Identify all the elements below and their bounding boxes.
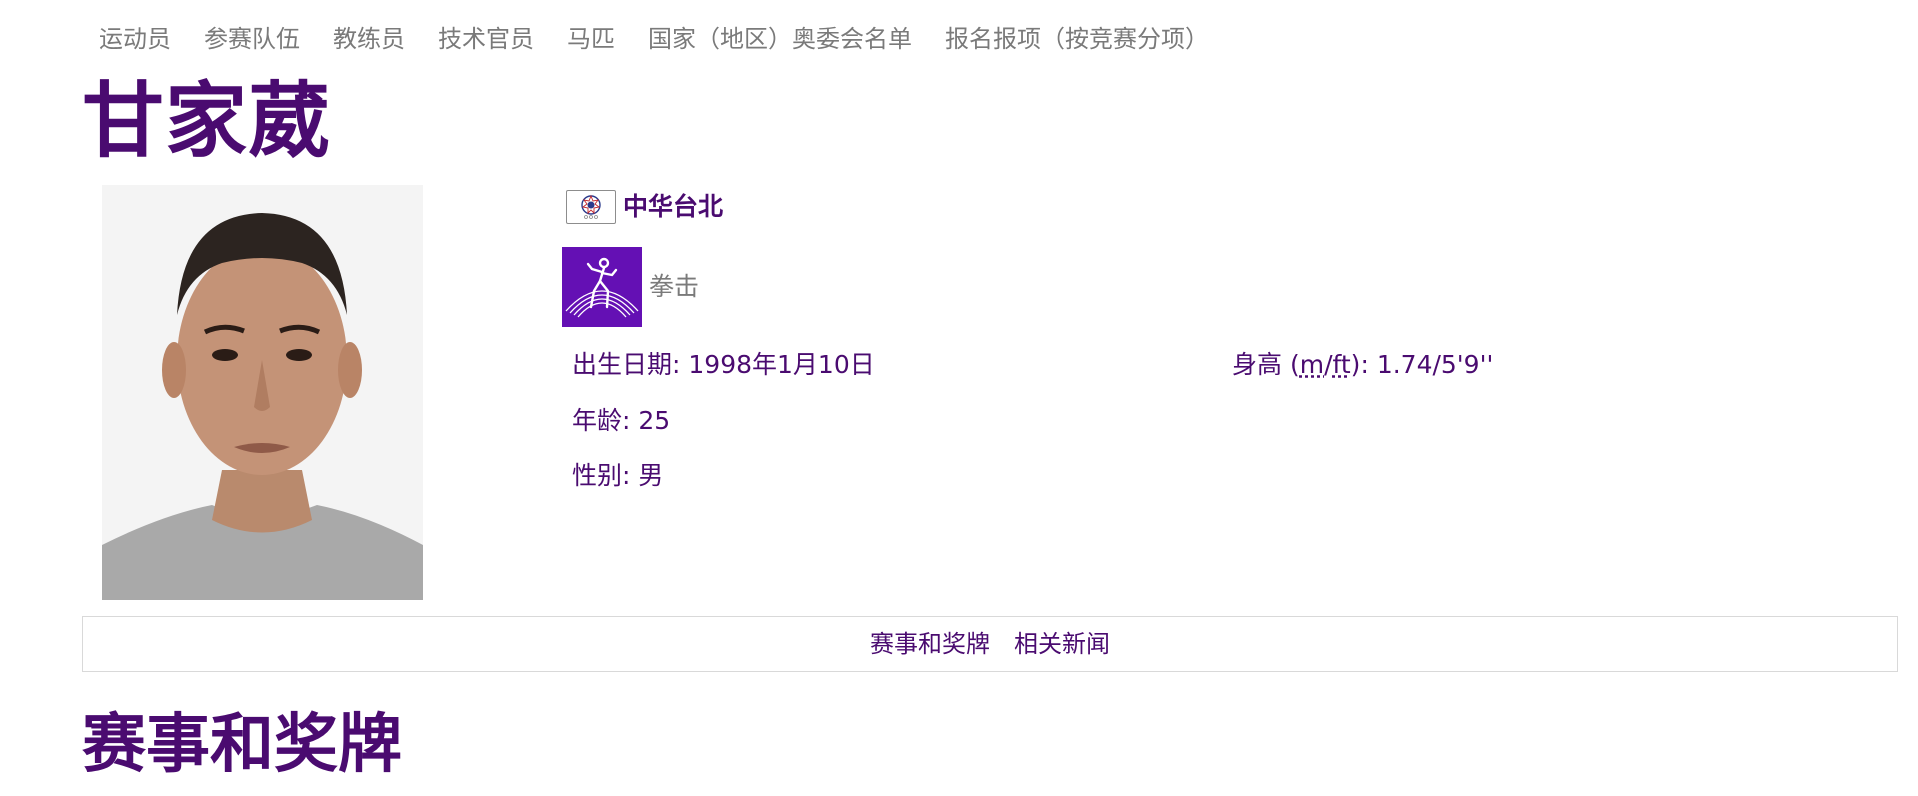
athlete-portrait-image (102, 185, 423, 600)
gender: 性别: 男 (572, 459, 663, 493)
athlete-photo (102, 185, 423, 600)
birth-date-label: 出生日期 (572, 350, 673, 379)
gender-label: 性别 (572, 461, 623, 490)
tab-events-and-medals[interactable]: 赛事和奖牌 (870, 617, 990, 671)
top-navigation: 运动员 参赛队伍 教练员 技术官员 马匹 国家（地区）奥委会名单 报名报项（按竞… (99, 20, 1242, 58)
tab-related-news[interactable]: 相关新闻 (1014, 617, 1110, 671)
height-unit-ft: ft (1332, 350, 1351, 379)
section-tabs: 赛事和奖牌 相关新闻 (82, 616, 1898, 672)
birth-date: 出生日期: 1998年1月10日 (572, 348, 875, 382)
nav-entries-by-discipline[interactable]: 报名报项（按竞赛分项） (945, 20, 1209, 58)
nav-noc-list[interactable]: 国家（地区）奥委会名单 (648, 20, 912, 58)
noc-row: 中华台北 (566, 190, 723, 224)
separator: : (1360, 350, 1377, 379)
height-unit-slash: / (1324, 350, 1333, 379)
sport-row: 拳击 (562, 247, 699, 327)
age: 年龄: 25 (572, 404, 670, 438)
height-label-suffix: ) (1350, 350, 1361, 379)
noc-name-link[interactable]: 中华台北 (623, 190, 723, 224)
height-label-prefix: 身高 ( (1232, 350, 1300, 379)
sport-name-link[interactable]: 拳击 (649, 247, 699, 327)
gender-value: 男 (638, 461, 664, 490)
section-title: 赛事和奖牌 (82, 708, 402, 782)
boxing-pictogram-icon[interactable] (562, 247, 642, 327)
height: 身高 (m/ft): 1.74/5'9'' (1232, 348, 1493, 382)
nav-coaches[interactable]: 教练员 (333, 20, 405, 58)
height-value: 1.74/5'9'' (1376, 350, 1494, 379)
nav-technical-officials[interactable]: 技术官员 (438, 20, 534, 58)
age-label: 年龄 (572, 406, 623, 435)
nav-horses[interactable]: 马匹 (567, 20, 615, 58)
separator: : (672, 350, 689, 379)
age-value: 25 (638, 406, 671, 435)
nav-athletes[interactable]: 运动员 (99, 20, 171, 58)
athlete-name: 甘家葳 (82, 74, 332, 169)
chinese-taipei-flag-icon[interactable] (566, 190, 616, 224)
birth-date-value: 1998年1月10日 (688, 350, 875, 379)
separator: : (622, 461, 639, 490)
separator: : (622, 406, 639, 435)
nav-teams[interactable]: 参赛队伍 (204, 20, 300, 58)
height-unit-m: m (1299, 350, 1325, 379)
